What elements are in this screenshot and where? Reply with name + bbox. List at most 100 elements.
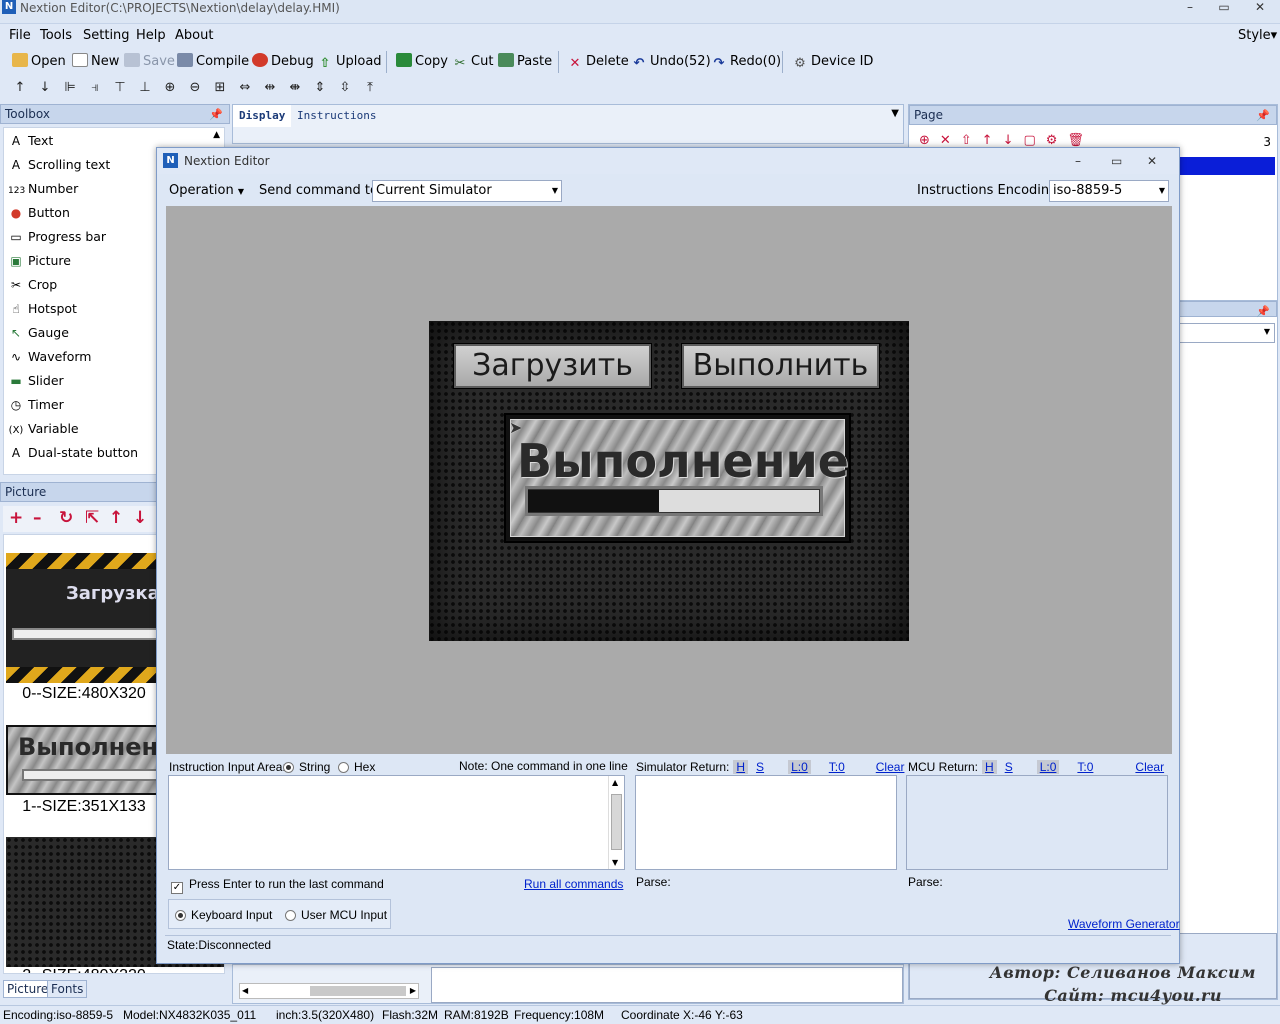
scrollbar-thumb[interactable] — [310, 986, 406, 996]
encoding-select[interactable]: iso-8859-5 ▼ — [1049, 180, 1169, 202]
selected-page-row[interactable] — [1179, 157, 1275, 175]
menu-style[interactable]: Style▾ — [1238, 28, 1277, 43]
pin-icon[interactable]: 📌 — [209, 106, 223, 124]
send-command-select[interactable]: Current Simulator ▼ — [372, 180, 562, 202]
toolbox-item-text[interactable]: A Text — [8, 130, 53, 152]
menu-file[interactable]: File — [9, 28, 31, 43]
device-id-button[interactable]: ⚙ Device ID — [792, 52, 873, 72]
scroll-up-icon[interactable]: ▲ — [612, 778, 618, 787]
send-backward-icon[interactable]: ↓ — [37, 80, 53, 96]
export-icon[interactable]: ⇱ — [85, 508, 99, 528]
undo-button[interactable]: ↶ Undo(52) — [631, 52, 711, 72]
simulator-canvas[interactable]: Загрузить Выполнить Выполнение ➤ — [166, 206, 1172, 754]
mode-hex-radio[interactable]: Hex — [338, 760, 375, 774]
dialog-maximize-button[interactable]: ▭ — [1111, 148, 1122, 174]
toolbox-item-progress-bar[interactable]: ▭ Progress bar — [8, 226, 106, 248]
align-right-icon[interactable]: ⫣ — [87, 80, 103, 96]
copy-button[interactable]: Copy — [396, 52, 448, 72]
toolbox-item-variable[interactable]: (X) Variable — [8, 418, 79, 440]
tab-fonts[interactable]: Fonts — [47, 980, 88, 998]
mcu-clear-link[interactable]: Clear — [1133, 760, 1166, 774]
close-button[interactable]: ✕ — [1244, 0, 1276, 16]
menu-about[interactable]: About — [175, 28, 213, 43]
dialog-minimize-button[interactable]: – — [1075, 148, 1081, 174]
mcu-hex-toggle[interactable]: H — [982, 760, 997, 774]
scroll-left-icon[interactable]: ◀ — [242, 984, 248, 998]
sim-time-toggle[interactable]: T:0 — [827, 760, 847, 774]
mcu-string-toggle[interactable]: S — [1003, 760, 1015, 774]
same-height-icon[interactable]: ⇕ — [312, 80, 328, 96]
mode-string-radio[interactable]: String — [283, 760, 330, 774]
tab-instructions[interactable]: Instructions — [291, 105, 382, 127]
toolbox-item-timer[interactable]: ◷ Timer — [8, 394, 64, 416]
keyboard-input-radio[interactable]: Keyboard Input — [175, 908, 272, 922]
same-size-icon[interactable]: ⊞ — [212, 80, 228, 96]
replace-icon[interactable]: ↻ — [59, 508, 73, 528]
pin-icon[interactable]: 📌 — [1256, 107, 1270, 125]
vspace-equal-icon[interactable]: ⤒ — [362, 80, 378, 96]
paste-button[interactable]: Paste — [498, 52, 552, 72]
compile-button[interactable]: Compile — [177, 52, 249, 72]
attribute-select[interactable]: ▼ — [1179, 323, 1275, 343]
add-icon[interactable]: + — [9, 508, 23, 528]
same-width-icon[interactable]: ⇔ — [237, 80, 253, 96]
toolbox-item-picture[interactable]: ▣ Picture — [8, 250, 71, 272]
toolbox-item-crop[interactable]: ✂ Crop — [8, 274, 57, 296]
hspace-icon[interactable]: ⇹ — [262, 80, 278, 96]
remove-icon[interactable]: – — [33, 508, 42, 528]
open-button[interactable]: Open — [12, 52, 66, 72]
toolbox-item-gauge[interactable]: ↖ Gauge — [8, 322, 69, 344]
hmi-run-button[interactable]: Выполнить — [682, 344, 879, 388]
scroll-right-icon[interactable]: ▶ — [410, 984, 416, 998]
hmi-screen[interactable]: Загрузить Выполнить Выполнение ➤ — [429, 321, 909, 641]
toolbox-item-scrolling-text[interactable]: A Scrolling text — [8, 154, 110, 176]
sim-clear-link[interactable]: Clear — [874, 760, 907, 774]
tab-display[interactable]: Display — [233, 105, 292, 127]
vspace-icon[interactable]: ⇳ — [337, 80, 353, 96]
upload-button[interactable]: ⇧ Upload — [317, 52, 382, 72]
tab-picture[interactable]: Picture — [3, 980, 53, 998]
dialog-close-button[interactable]: ✕ — [1147, 148, 1157, 174]
page-toolbar-icons[interactable]: ⊕✕⇧↑↓▢⚙🗑 — [919, 133, 1094, 148]
toolbox-item-hotspot[interactable]: ☝ Hotspot — [8, 298, 77, 320]
waveform-generator-link[interactable]: Waveform Generator — [1068, 917, 1180, 931]
debug-button[interactable]: Debug — [252, 52, 314, 72]
new-button[interactable]: New — [72, 52, 119, 72]
redo-button[interactable]: ↷ Redo(0) — [711, 52, 782, 72]
mcu-length-toggle[interactable]: L:0 — [1036, 760, 1060, 774]
horizontal-scrollbar[interactable]: ◀ ▶ — [239, 983, 419, 999]
press-enter-checkbox[interactable]: ✓ Press Enter to run the last command — [171, 877, 384, 894]
operation-menu[interactable]: Operation ▼ — [169, 178, 244, 205]
align-bottom-icon[interactable]: ⊥ — [137, 80, 153, 96]
toolbox-item-number[interactable]: 123 Number — [8, 178, 78, 200]
move-up-icon[interactable]: ↑ — [109, 508, 123, 528]
instruction-input[interactable]: ▲ ▼ — [168, 775, 625, 870]
scroll-up-icon[interactable]: ▲ — [213, 130, 220, 140]
menu-help[interactable]: Help — [136, 28, 166, 43]
cut-button[interactable]: ✂ Cut — [452, 52, 494, 72]
chevron-down-icon[interactable]: ▼ — [891, 108, 899, 119]
mcu-time-toggle[interactable]: T:0 — [1075, 760, 1095, 774]
delete-button[interactable]: ✕ Delete — [567, 52, 629, 72]
hmi-load-button[interactable]: Загрузить — [454, 344, 651, 388]
sim-hex-toggle[interactable]: H — [733, 760, 749, 774]
maximize-button[interactable]: ▭ — [1208, 0, 1240, 16]
align-center-icon[interactable]: ⊕ — [162, 80, 178, 96]
user-mcu-input-radio[interactable]: User MCU Input — [285, 908, 387, 922]
instruction-scrollbar[interactable]: ▲ ▼ — [608, 776, 624, 869]
bring-forward-icon[interactable]: ↑ — [12, 80, 28, 96]
toolbox-item-slider[interactable]: ▬ Slider — [8, 370, 63, 392]
toolbox-item-dual-state-button[interactable]: A Dual-state button — [8, 442, 138, 464]
scrollbar-thumb[interactable] — [611, 794, 622, 850]
sim-length-toggle[interactable]: L:0 — [788, 760, 811, 774]
hspace-equal-icon[interactable]: ⇼ — [287, 80, 303, 96]
align-left-icon[interactable]: ⊫ — [62, 80, 78, 96]
sim-string-toggle[interactable]: S — [754, 760, 766, 774]
align-middle-icon[interactable]: ⊖ — [187, 80, 203, 96]
minimize-button[interactable]: – — [1174, 0, 1206, 16]
run-all-link[interactable]: Run all commands — [524, 877, 623, 891]
pin-icon[interactable]: 📌 — [1256, 303, 1270, 321]
align-top-icon[interactable]: ⊤ — [112, 80, 128, 96]
move-down-icon[interactable]: ↓ — [133, 508, 147, 528]
menu-tools[interactable]: Tools — [40, 28, 72, 43]
